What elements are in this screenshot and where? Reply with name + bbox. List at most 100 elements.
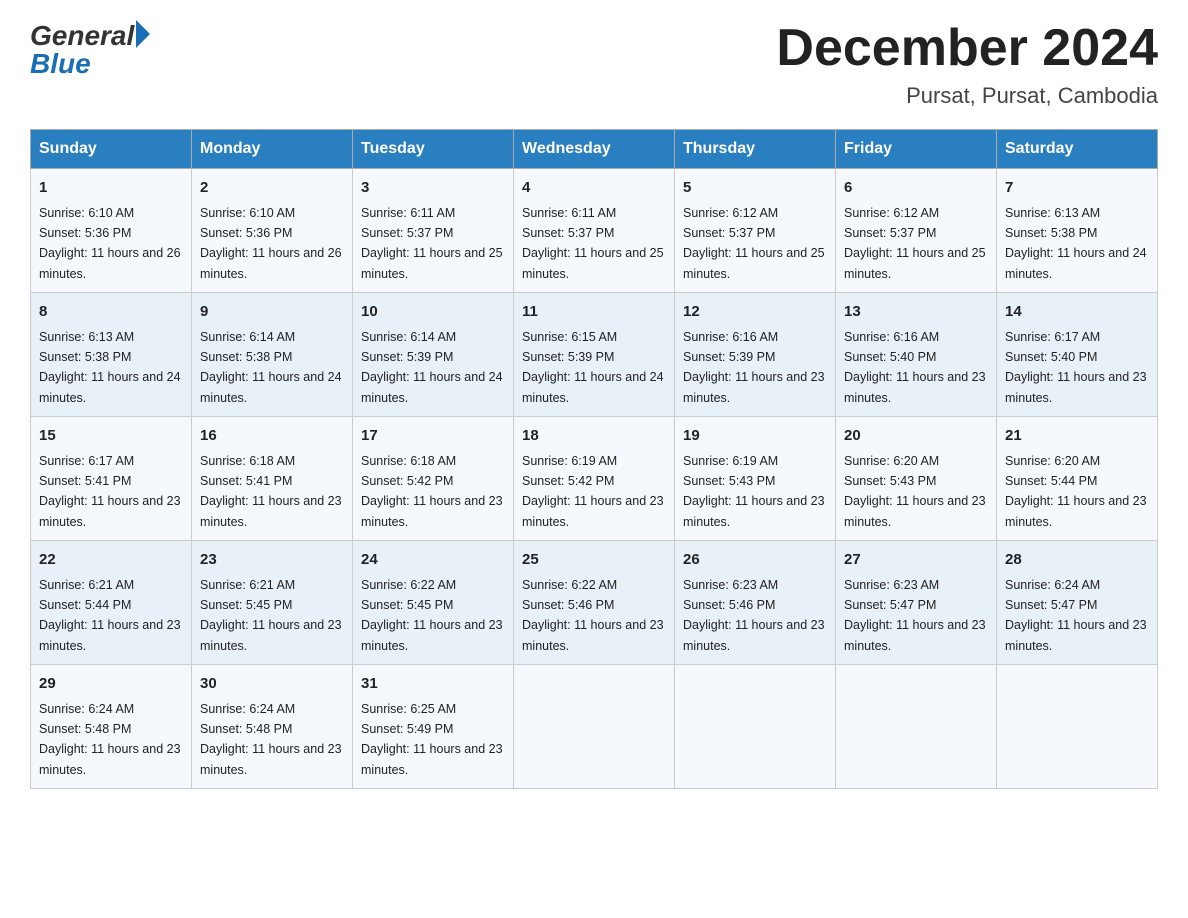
day-info: Sunrise: 6:19 AMSunset: 5:43 PMDaylight:… — [683, 454, 825, 529]
day-number: 17 — [361, 425, 505, 448]
day-info: Sunrise: 6:10 AMSunset: 5:36 PMDaylight:… — [200, 206, 342, 281]
table-row: 24 Sunrise: 6:22 AMSunset: 5:45 PMDaylig… — [353, 541, 514, 665]
calendar-month-year: December 2024 — [776, 20, 1158, 77]
day-number: 12 — [683, 301, 827, 324]
table-row: 26 Sunrise: 6:23 AMSunset: 5:46 PMDaylig… — [675, 541, 836, 665]
header-wednesday: Wednesday — [514, 130, 675, 169]
day-number: 6 — [844, 177, 988, 200]
day-info: Sunrise: 6:24 AMSunset: 5:47 PMDaylight:… — [1005, 578, 1147, 653]
calendar-title-block: December 2024 Pursat, Pursat, Cambodia — [776, 20, 1158, 109]
calendar-week-row: 8 Sunrise: 6:13 AMSunset: 5:38 PMDayligh… — [31, 293, 1158, 417]
header-sunday: Sunday — [31, 130, 192, 169]
day-info: Sunrise: 6:19 AMSunset: 5:42 PMDaylight:… — [522, 454, 664, 529]
day-number: 22 — [39, 549, 183, 572]
day-info: Sunrise: 6:24 AMSunset: 5:48 PMDaylight:… — [200, 702, 342, 777]
table-row: 10 Sunrise: 6:14 AMSunset: 5:39 PMDaylig… — [353, 293, 514, 417]
day-info: Sunrise: 6:17 AMSunset: 5:40 PMDaylight:… — [1005, 330, 1147, 405]
day-number: 10 — [361, 301, 505, 324]
day-info: Sunrise: 6:14 AMSunset: 5:39 PMDaylight:… — [361, 330, 503, 405]
day-info: Sunrise: 6:16 AMSunset: 5:40 PMDaylight:… — [844, 330, 986, 405]
table-row: 1 Sunrise: 6:10 AMSunset: 5:36 PMDayligh… — [31, 169, 192, 293]
header-friday: Friday — [836, 130, 997, 169]
table-row: 13 Sunrise: 6:16 AMSunset: 5:40 PMDaylig… — [836, 293, 997, 417]
day-number: 3 — [361, 177, 505, 200]
table-row: 20 Sunrise: 6:20 AMSunset: 5:43 PMDaylig… — [836, 417, 997, 541]
table-row: 28 Sunrise: 6:24 AMSunset: 5:47 PMDaylig… — [997, 541, 1158, 665]
page-header: General Blue December 2024 Pursat, Pursa… — [30, 20, 1158, 109]
table-row — [836, 665, 997, 789]
day-info: Sunrise: 6:23 AMSunset: 5:47 PMDaylight:… — [844, 578, 986, 653]
calendar-location: Pursat, Pursat, Cambodia — [776, 83, 1158, 109]
logo: General Blue — [30, 20, 150, 80]
day-number: 31 — [361, 673, 505, 696]
day-info: Sunrise: 6:22 AMSunset: 5:46 PMDaylight:… — [522, 578, 664, 653]
day-number: 29 — [39, 673, 183, 696]
day-number: 28 — [1005, 549, 1149, 572]
table-row: 19 Sunrise: 6:19 AMSunset: 5:43 PMDaylig… — [675, 417, 836, 541]
header-monday: Monday — [192, 130, 353, 169]
table-row: 2 Sunrise: 6:10 AMSunset: 5:36 PMDayligh… — [192, 169, 353, 293]
table-row: 12 Sunrise: 6:16 AMSunset: 5:39 PMDaylig… — [675, 293, 836, 417]
header-thursday: Thursday — [675, 130, 836, 169]
day-number: 8 — [39, 301, 183, 324]
table-row: 21 Sunrise: 6:20 AMSunset: 5:44 PMDaylig… — [997, 417, 1158, 541]
day-info: Sunrise: 6:22 AMSunset: 5:45 PMDaylight:… — [361, 578, 503, 653]
table-row: 27 Sunrise: 6:23 AMSunset: 5:47 PMDaylig… — [836, 541, 997, 665]
day-number: 16 — [200, 425, 344, 448]
day-info: Sunrise: 6:18 AMSunset: 5:42 PMDaylight:… — [361, 454, 503, 529]
table-row: 30 Sunrise: 6:24 AMSunset: 5:48 PMDaylig… — [192, 665, 353, 789]
day-info: Sunrise: 6:10 AMSunset: 5:36 PMDaylight:… — [39, 206, 181, 281]
day-info: Sunrise: 6:12 AMSunset: 5:37 PMDaylight:… — [683, 206, 825, 281]
day-number: 4 — [522, 177, 666, 200]
day-number: 14 — [1005, 301, 1149, 324]
day-number: 9 — [200, 301, 344, 324]
day-number: 15 — [39, 425, 183, 448]
day-info: Sunrise: 6:23 AMSunset: 5:46 PMDaylight:… — [683, 578, 825, 653]
calendar-week-row: 1 Sunrise: 6:10 AMSunset: 5:36 PMDayligh… — [31, 169, 1158, 293]
day-number: 2 — [200, 177, 344, 200]
day-number: 27 — [844, 549, 988, 572]
day-info: Sunrise: 6:16 AMSunset: 5:39 PMDaylight:… — [683, 330, 825, 405]
table-row: 29 Sunrise: 6:24 AMSunset: 5:48 PMDaylig… — [31, 665, 192, 789]
day-number: 24 — [361, 549, 505, 572]
day-number: 1 — [39, 177, 183, 200]
day-number: 30 — [200, 673, 344, 696]
day-number: 7 — [1005, 177, 1149, 200]
table-row: 14 Sunrise: 6:17 AMSunset: 5:40 PMDaylig… — [997, 293, 1158, 417]
calendar-week-row: 22 Sunrise: 6:21 AMSunset: 5:44 PMDaylig… — [31, 541, 1158, 665]
weekday-header-row: Sunday Monday Tuesday Wednesday Thursday… — [31, 130, 1158, 169]
day-info: Sunrise: 6:11 AMSunset: 5:37 PMDaylight:… — [522, 206, 664, 281]
day-info: Sunrise: 6:21 AMSunset: 5:45 PMDaylight:… — [200, 578, 342, 653]
header-saturday: Saturday — [997, 130, 1158, 169]
day-info: Sunrise: 6:21 AMSunset: 5:44 PMDaylight:… — [39, 578, 181, 653]
calendar-table: Sunday Monday Tuesday Wednesday Thursday… — [30, 129, 1158, 789]
table-row: 23 Sunrise: 6:21 AMSunset: 5:45 PMDaylig… — [192, 541, 353, 665]
day-number: 18 — [522, 425, 666, 448]
day-number: 19 — [683, 425, 827, 448]
day-info: Sunrise: 6:20 AMSunset: 5:43 PMDaylight:… — [844, 454, 986, 529]
table-row: 6 Sunrise: 6:12 AMSunset: 5:37 PMDayligh… — [836, 169, 997, 293]
day-info: Sunrise: 6:12 AMSunset: 5:37 PMDaylight:… — [844, 206, 986, 281]
table-row: 31 Sunrise: 6:25 AMSunset: 5:49 PMDaylig… — [353, 665, 514, 789]
day-info: Sunrise: 6:24 AMSunset: 5:48 PMDaylight:… — [39, 702, 181, 777]
day-number: 5 — [683, 177, 827, 200]
table-row: 25 Sunrise: 6:22 AMSunset: 5:46 PMDaylig… — [514, 541, 675, 665]
day-number: 25 — [522, 549, 666, 572]
table-row: 3 Sunrise: 6:11 AMSunset: 5:37 PMDayligh… — [353, 169, 514, 293]
logo-blue-text: Blue — [30, 48, 150, 80]
day-number: 20 — [844, 425, 988, 448]
table-row: 4 Sunrise: 6:11 AMSunset: 5:37 PMDayligh… — [514, 169, 675, 293]
table-row: 8 Sunrise: 6:13 AMSunset: 5:38 PMDayligh… — [31, 293, 192, 417]
day-info: Sunrise: 6:25 AMSunset: 5:49 PMDaylight:… — [361, 702, 503, 777]
day-number: 26 — [683, 549, 827, 572]
table-row: 9 Sunrise: 6:14 AMSunset: 5:38 PMDayligh… — [192, 293, 353, 417]
table-row: 16 Sunrise: 6:18 AMSunset: 5:41 PMDaylig… — [192, 417, 353, 541]
table-row: 15 Sunrise: 6:17 AMSunset: 5:41 PMDaylig… — [31, 417, 192, 541]
header-tuesday: Tuesday — [353, 130, 514, 169]
table-row: 7 Sunrise: 6:13 AMSunset: 5:38 PMDayligh… — [997, 169, 1158, 293]
calendar-week-row: 29 Sunrise: 6:24 AMSunset: 5:48 PMDaylig… — [31, 665, 1158, 789]
day-info: Sunrise: 6:20 AMSunset: 5:44 PMDaylight:… — [1005, 454, 1147, 529]
table-row — [997, 665, 1158, 789]
day-number: 13 — [844, 301, 988, 324]
day-info: Sunrise: 6:17 AMSunset: 5:41 PMDaylight:… — [39, 454, 181, 529]
